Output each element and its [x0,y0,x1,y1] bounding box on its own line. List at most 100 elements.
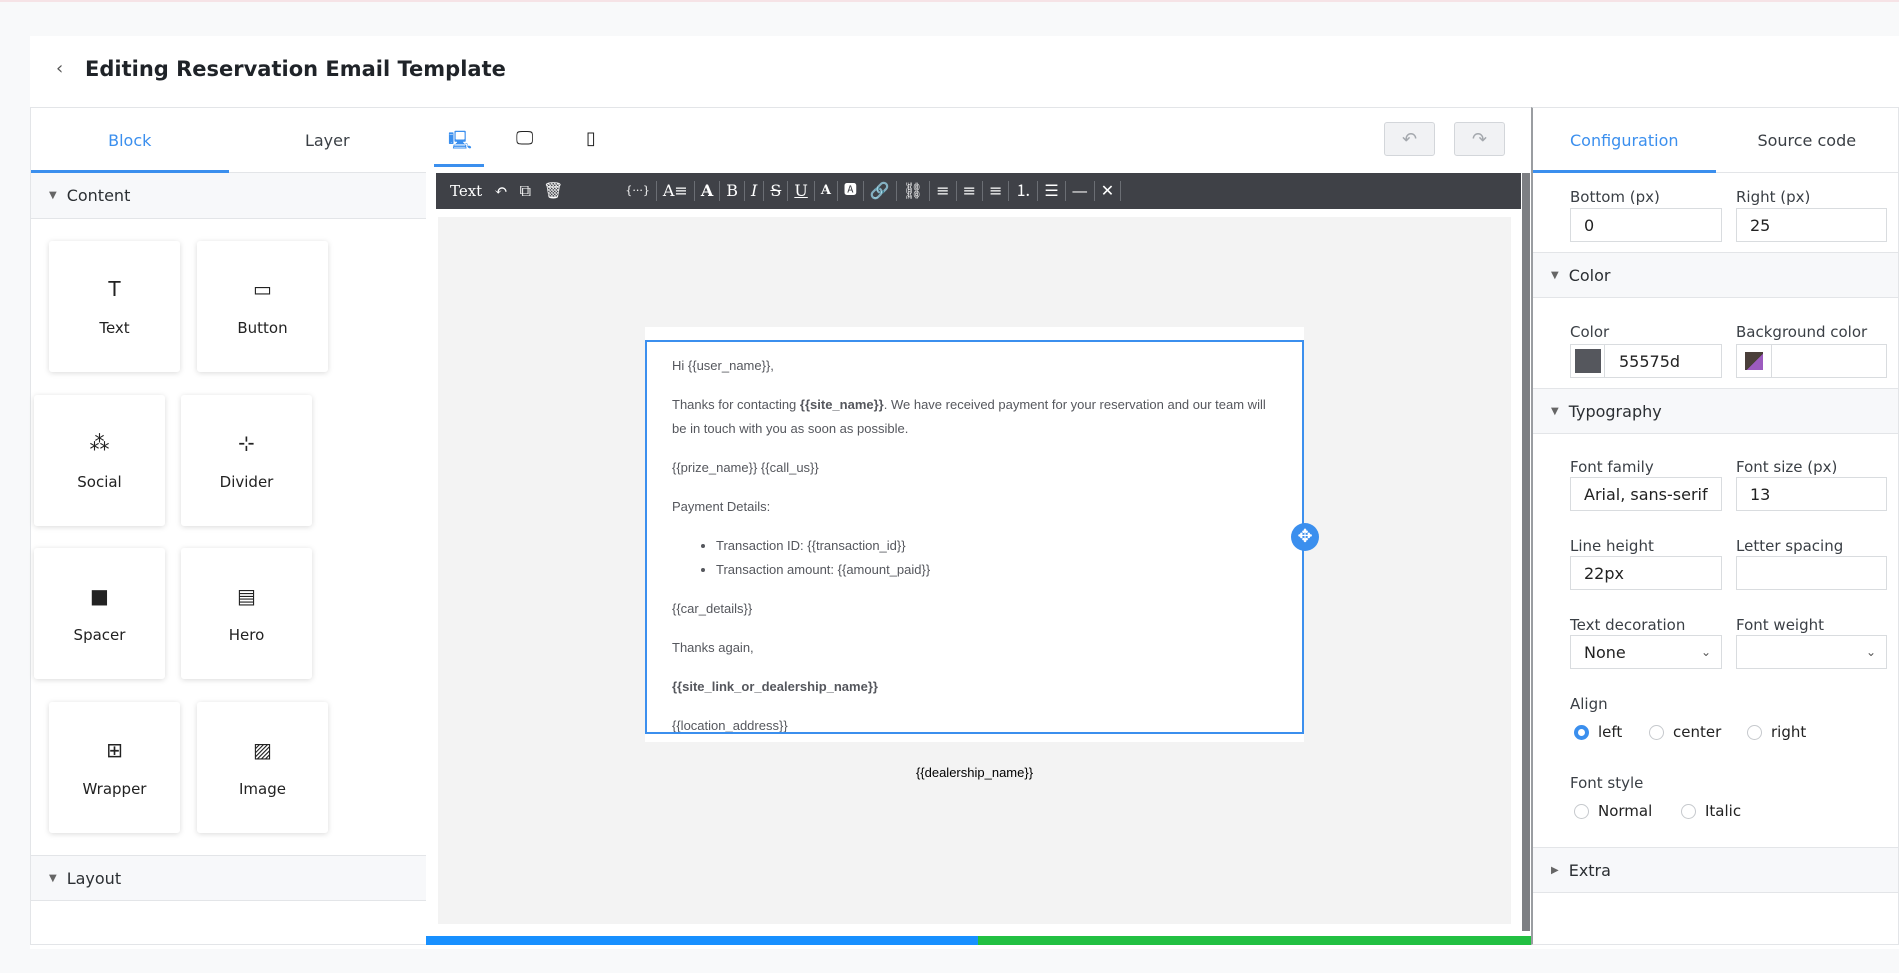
image-icon: ▨ [253,737,272,762]
block-divider[interactable]: ⊹ Divider [181,395,312,526]
device-tab-underline [434,164,484,167]
delete-icon[interactable]: 🗑 [537,181,569,201]
divider-icon: ⊹ [238,430,255,455]
align-left-radio[interactable]: left [1574,723,1622,741]
link-icon[interactable]: 🔗 [864,181,897,201]
bold-icon[interactable]: B [720,181,746,201]
block-image[interactable]: ▨ Image [197,702,328,833]
text-color-icon[interactable]: A [815,181,838,201]
radio-label: left [1598,723,1623,741]
undo-button[interactable]: ↶ [1384,122,1435,156]
configuration-panel: Configuration Source code Bottom (px) 0 … [1531,107,1899,945]
line-height-input[interactable]: 22px [1570,556,1722,590]
strikethrough-icon[interactable]: S [764,181,789,201]
tab-source-code[interactable]: Source code [1716,108,1899,172]
tab-layer[interactable]: Layer [229,108,427,172]
block-text[interactable]: T Text [49,241,180,372]
text-decoration-label: Text decoration [1570,616,1686,634]
ordered-list-icon[interactable]: ⒈ [1009,181,1039,201]
mobile-icon[interactable]: ▯ [586,128,596,149]
merge-tags-icon[interactable]: {···} [619,181,657,201]
font-size-input[interactable]: 13 [1736,477,1887,511]
block-wrapper[interactable]: ⊞ Wrapper [49,702,180,833]
clear-format-icon[interactable]: ✕ [1095,181,1122,201]
color-section-header[interactable]: ▼ Color [1533,252,1898,298]
typography-section-header[interactable]: ▼ Typography [1533,388,1898,434]
block-label: Divider [219,472,274,491]
background-color-label: Background color [1736,323,1868,341]
move-handle-icon[interactable]: ✥ [1291,523,1319,551]
font-style-italic-radio[interactable]: Italic [1681,802,1741,820]
spacer-icon: ■ [90,583,109,608]
social-icon: ⁂ [89,430,110,455]
background-color-input[interactable] [1736,344,1887,378]
block-button[interactable]: ▭ Button [197,241,328,372]
align-center-icon[interactable]: ≡ [957,181,983,201]
section-label: Typography [1568,401,1662,421]
bottom-input[interactable]: 0 [1570,208,1722,242]
blue-action-bar[interactable] [426,936,978,945]
site-name-tag: {{site_name}} [799,397,884,412]
color-input[interactable]: 55575d [1570,344,1722,378]
caret-down-icon: ▼ [1551,269,1559,281]
align-left-icon[interactable]: ≡ [930,181,957,201]
block-label: Wrapper [82,779,147,798]
align-center-radio[interactable]: center [1649,723,1721,741]
text-decoration-select[interactable]: None ⌄ [1570,635,1722,669]
right-input[interactable]: 25 [1736,208,1887,242]
caret-down-icon: ▼ [1551,405,1559,417]
caret-right-icon: ▶ [1551,864,1559,876]
block-label: Social [77,472,122,491]
extra-section-header[interactable]: ▶ Extra [1533,847,1898,893]
paragraph: {{car_details}} [672,601,753,616]
tab-configuration[interactable]: Configuration [1533,108,1716,173]
content-section-header[interactable]: ▼ Content [31,173,426,219]
chevron-down-icon: ⌄ [1700,645,1711,659]
block-hero[interactable]: ▤ Hero [181,548,312,679]
editor-canvas-panel: 🖳 🖵 ▯ ↶ ↷ Text ↶ ⧉ 🗑 {···} A≡ A B I S U … [426,107,1532,945]
font-icon[interactable]: A [695,181,721,201]
block-label: Spacer [73,625,126,644]
horizontal-rule-icon[interactable]: — [1066,181,1095,201]
align-right-radio[interactable]: right [1747,723,1806,741]
font-size-icon[interactable]: A≡ [657,181,695,201]
letter-spacing-input[interactable] [1736,556,1887,590]
text-icon: T [108,276,121,301]
font-style-normal-radio[interactable]: Normal [1574,802,1652,820]
back-chevron-icon[interactable]: ‹ [56,58,63,79]
rich-text-toolbar: Text ↶ ⧉ 🗑 {···} A≡ A B I S U A 🅰 🔗 ⛓ ≡ … [436,173,1521,209]
right-label: Right (px) [1736,188,1811,206]
no-color-swatch-icon[interactable] [1745,352,1763,370]
unordered-list-icon[interactable]: ☰ [1038,181,1066,201]
desktop-icon[interactable]: 🖵 [516,128,533,149]
align-right-icon[interactable]: ≡ [983,181,1010,201]
email-footer[interactable]: {{dealership_name}} [438,765,1511,780]
background-color-icon[interactable]: 🅰 [838,181,864,201]
green-action-bar[interactable] [978,936,1531,945]
selected-text-block[interactable]: Hi {{user_name}}, Thanks for contacting … [645,340,1304,734]
canvas-scrollbar[interactable] [1522,173,1530,931]
font-family-input[interactable]: Arial, sans-serif [1570,477,1722,511]
font-size-label: Font size (px) [1736,458,1838,476]
chevron-down-icon: ⌄ [1865,645,1876,659]
font-weight-select[interactable]: ⌄ [1736,635,1887,669]
button-icon: ▭ [253,276,272,301]
hero-icon: ▤ [237,583,256,608]
layout-section-header[interactable]: ▼ Layout [31,855,426,901]
paragraph: {{prize_name}} {{call_us}} [672,460,819,475]
redo-button[interactable]: ↷ [1454,122,1505,156]
paragraph: {{location_address}} [672,718,788,733]
underline-icon[interactable]: U [788,181,815,201]
desktop-edit-icon[interactable]: 🖳 [448,128,472,158]
block-social[interactable]: ⁂ Social [34,395,165,526]
block-spacer[interactable]: ■ Spacer [34,548,165,679]
italic-icon[interactable]: I [745,181,765,201]
blocks-panel: Block Layer ▼ Content T Text ▭ Button ⁂ Soci… [30,107,427,945]
color-swatch[interactable] [1574,349,1601,373]
align-label: Align [1570,695,1608,713]
copy-icon[interactable]: ⧉ [514,181,537,201]
undo-icon[interactable]: ↶ [488,181,513,201]
unlink-icon[interactable]: ⛓ [897,181,931,201]
greeting: Hi {{user_name}}, [672,358,774,373]
tab-block[interactable]: Block [31,108,229,173]
